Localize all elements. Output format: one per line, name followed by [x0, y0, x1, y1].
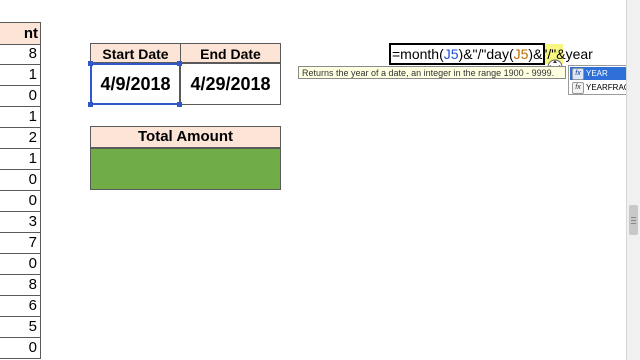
start-date-cell[interactable]: 4/9/2018: [90, 63, 181, 105]
selection-handle[interactable]: [88, 61, 93, 66]
amount-cell[interactable]: 8: [0, 275, 41, 296]
amount-cell[interactable]: 0: [0, 86, 41, 107]
amount-cell[interactable]: 6: [0, 296, 41, 317]
total-amount-header[interactable]: Total Amount: [90, 126, 281, 148]
amount-cell[interactable]: 2: [0, 128, 41, 149]
function-icon: fx: [572, 82, 584, 94]
amount-cell[interactable]: 1: [0, 65, 41, 86]
amount-cell[interactable]: 0: [0, 254, 41, 275]
amount-cell[interactable]: 1: [0, 149, 41, 170]
amount-cell[interactable]: 0: [0, 170, 41, 191]
scrollbar-thumb[interactable]: [629, 205, 638, 235]
amount-cell[interactable]: 1: [0, 107, 41, 128]
selection-handle[interactable]: [177, 61, 182, 66]
start-date-header[interactable]: Start Date: [90, 43, 181, 63]
amount-cell[interactable]: 5: [0, 317, 41, 338]
end-date-cell[interactable]: 4/29/2018: [180, 63, 281, 105]
function-tooltip: Returns the year of a date, an integer i…: [298, 66, 566, 79]
total-amount-cell[interactable]: [90, 148, 281, 190]
vertical-scrollbar[interactable]: [626, 0, 640, 360]
column-header-text: nt: [23, 25, 38, 42]
amount-cell[interactable]: 3: [0, 212, 41, 233]
column-header-partial[interactable]: nt: [0, 22, 41, 45]
end-date-header[interactable]: End Date: [180, 43, 281, 63]
function-icon: fx: [572, 68, 584, 80]
cell-reference: J5: [443, 46, 459, 62]
amount-cell[interactable]: 0: [0, 338, 41, 359]
amount-cell[interactable]: 7: [0, 233, 41, 254]
cell-reference: J5: [513, 46, 529, 62]
selection-handle[interactable]: [88, 102, 93, 107]
amount-cell[interactable]: 8: [0, 44, 41, 65]
amount-cell[interactable]: 0: [0, 191, 41, 212]
date-table: Start Date End Date 4/9/2018 4/29/2018: [88, 43, 281, 107]
selection-handle[interactable]: [177, 102, 182, 107]
